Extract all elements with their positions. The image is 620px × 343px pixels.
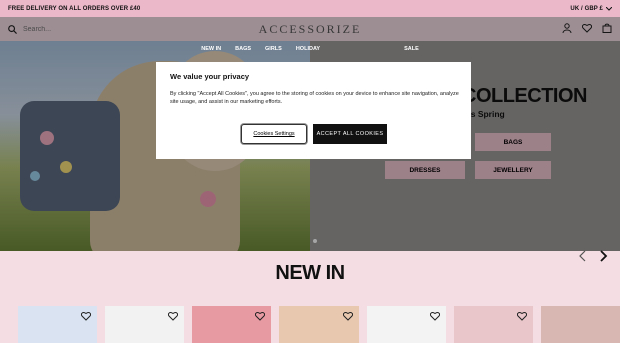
product-card[interactable] xyxy=(453,306,533,343)
wishlist-heart-icon[interactable] xyxy=(81,311,92,321)
cookie-dialog-actions: Cookies Settings ACCEPT ALL COOKIES xyxy=(241,124,387,144)
cookie-dialog-title: We value your privacy xyxy=(170,72,250,81)
wishlist-heart-icon[interactable] xyxy=(429,311,440,321)
chevron-left-icon[interactable] xyxy=(578,250,588,262)
nav-item-bags[interactable]: BAGS xyxy=(235,46,251,52)
promo-bar: FREE DELIVERY ON ALL ORDERS OVER £40 UK … xyxy=(0,0,620,17)
nav-item-new-in[interactable]: NEW IN xyxy=(201,46,221,52)
product-card[interactable] xyxy=(279,306,359,343)
wishlist-heart-icon[interactable] xyxy=(342,311,353,321)
accept-all-cookies-button[interactable]: ACCEPT ALL COOKIES xyxy=(313,124,387,144)
cookie-dialog-body: By clicking "Accept All Cookies", you ag… xyxy=(170,91,459,105)
chevron-right-icon[interactable] xyxy=(598,250,608,262)
carousel-controls xyxy=(578,250,608,262)
cookie-consent-dialog: We value your privacy By clicking "Accep… xyxy=(156,62,471,159)
nav-item-sale[interactable]: SALE xyxy=(404,46,419,52)
product-card[interactable] xyxy=(540,306,620,343)
promo-text: FREE DELIVERY ON ALL ORDERS OVER £40 xyxy=(8,5,141,12)
main-nav: NEW IN BAGS GIRLS HOLIDAY SALE xyxy=(0,41,620,56)
product-card[interactable] xyxy=(105,306,185,343)
wishlist-heart-icon[interactable] xyxy=(255,311,266,321)
wishlist-heart-icon[interactable] xyxy=(516,311,527,321)
chevron-down-icon xyxy=(606,6,612,11)
section-title: NEW IN xyxy=(275,262,345,284)
cookies-settings-button[interactable]: Cookies Settings xyxy=(241,124,307,144)
product-card[interactable] xyxy=(192,306,272,343)
product-card[interactable] xyxy=(18,306,98,343)
product-carousel xyxy=(18,306,620,343)
nav-item-girls[interactable]: GIRLS xyxy=(265,46,282,52)
locale-selector[interactable]: UK / GBP £ xyxy=(570,6,612,12)
product-card[interactable] xyxy=(366,306,446,343)
locale-label: UK / GBP £ xyxy=(570,5,603,12)
wishlist-heart-icon[interactable] xyxy=(168,311,179,321)
nav-item-holiday[interactable]: HOLIDAY xyxy=(296,46,320,52)
